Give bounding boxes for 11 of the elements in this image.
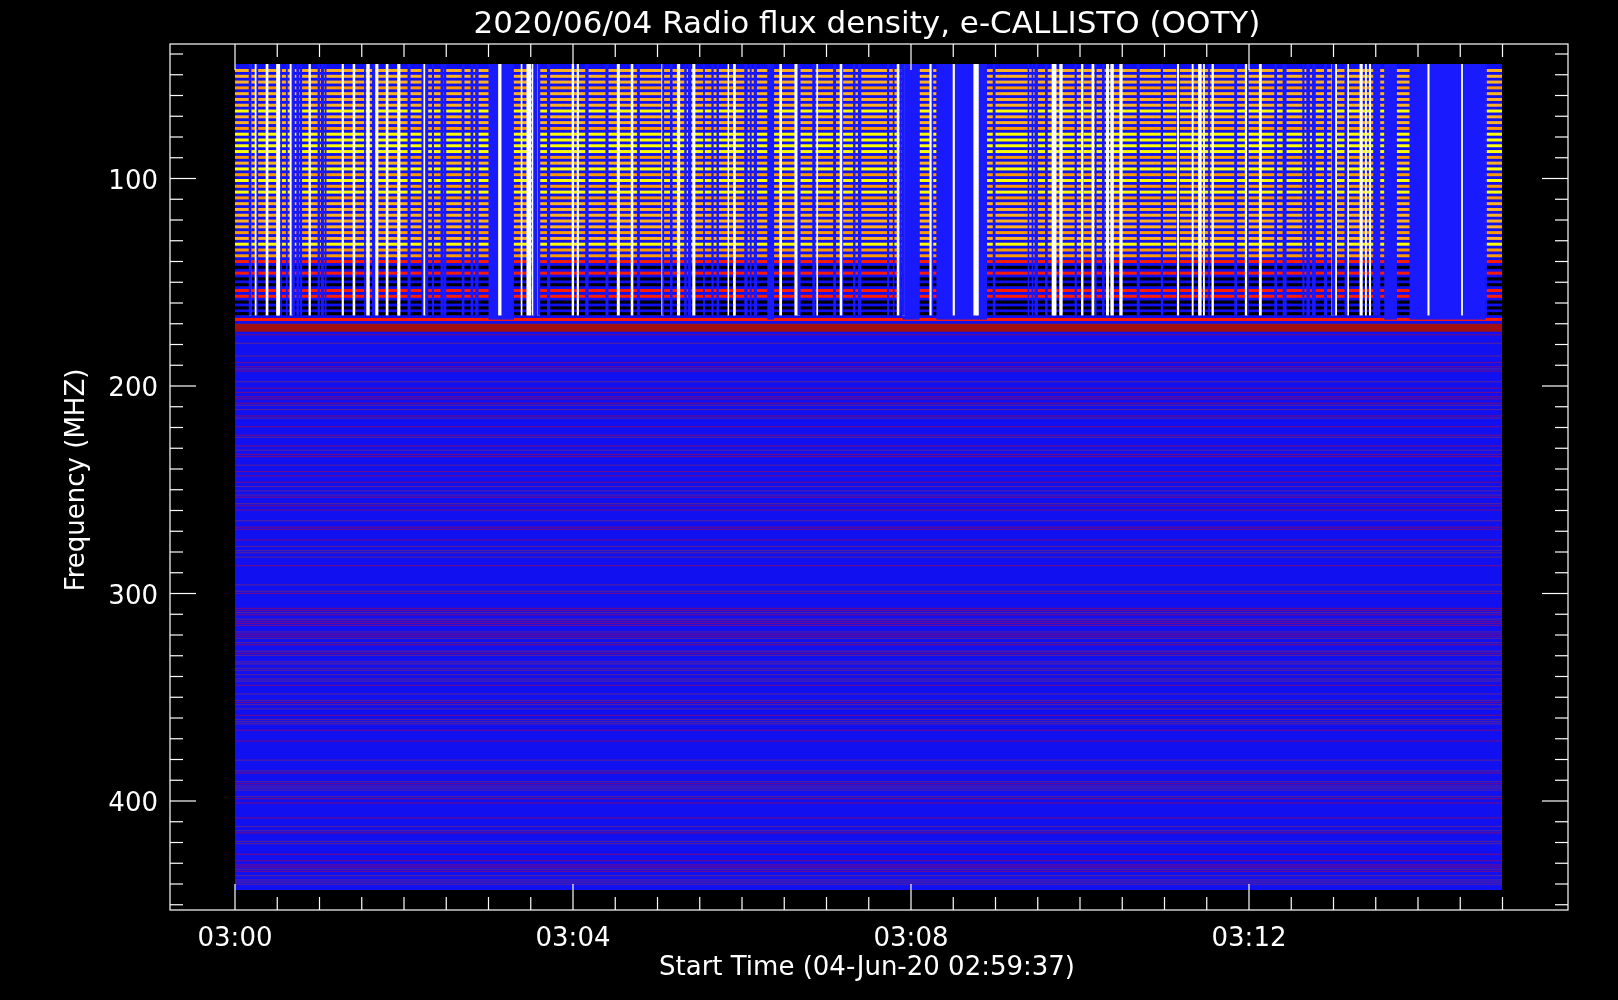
y-axis-label: Frequency (MHZ)	[60, 368, 90, 592]
y-tick-label: 400	[108, 787, 158, 817]
x-tick-label: 03:00	[197, 922, 273, 952]
x-tick-label: 03:12	[1211, 922, 1287, 952]
x-tick-label: 03:04	[535, 922, 611, 952]
x-tick-label: 03:08	[873, 922, 949, 952]
y-tick-label: 100	[108, 164, 158, 195]
y-tick-label: 200	[108, 372, 158, 402]
x-axis-label: Start Time (04-Jun-20 02:59:37)	[659, 951, 1075, 981]
y-tick-label: 300	[108, 579, 158, 610]
chart-title: 2020/06/04 Radio flux density, e-CALLISTO (OOTY)	[473, 4, 1261, 40]
